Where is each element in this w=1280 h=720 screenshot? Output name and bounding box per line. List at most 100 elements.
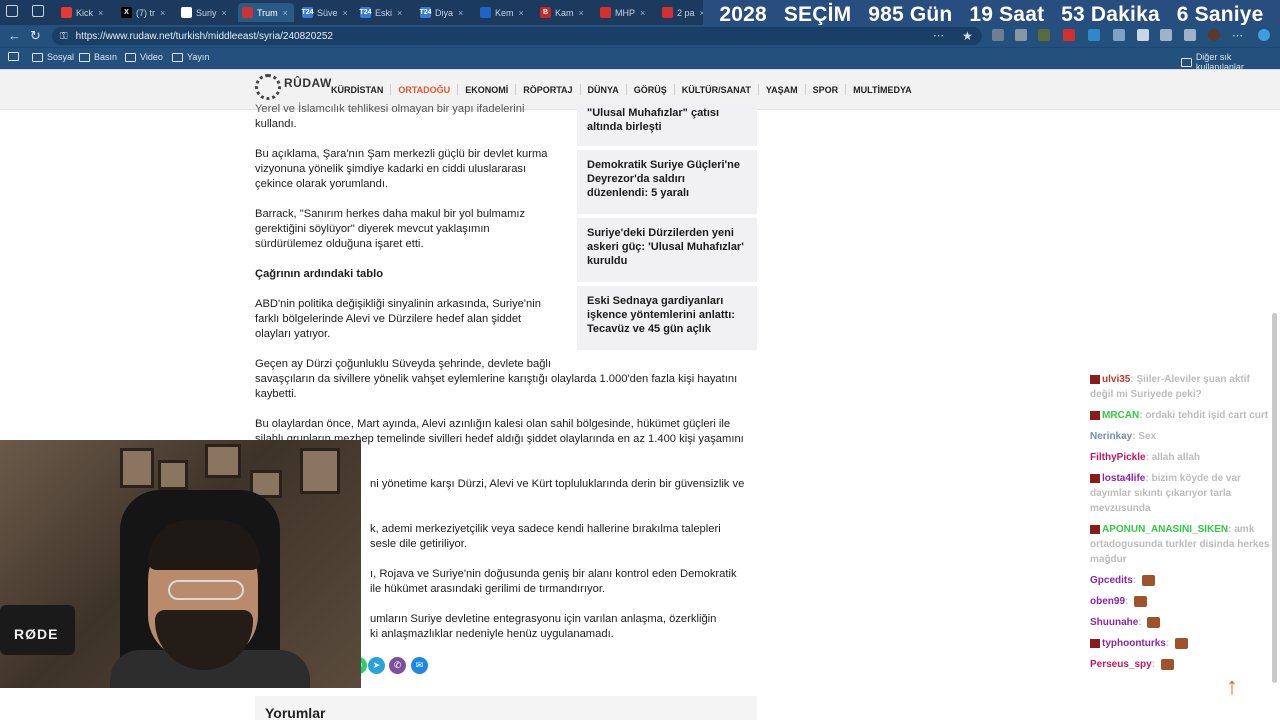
extension-icon[interactable] [1113, 29, 1125, 41]
extension-icon[interactable] [1038, 29, 1050, 41]
extension-icon[interactable] [1137, 29, 1149, 41]
browser-tab[interactable]: T24 Diya × [416, 3, 472, 22]
tab-favicon-icon [242, 7, 253, 18]
nav-item[interactable]: YAŞAM [766, 85, 798, 95]
close-tab-icon[interactable]: × [458, 8, 463, 18]
workspaces-icon[interactable] [6, 5, 18, 17]
extension-icon[interactable] [1063, 29, 1075, 41]
related-story[interactable]: Suriye'deki Dürzilerden yeni askeri güç:… [577, 218, 757, 282]
nav-item[interactable]: SPOR [813, 85, 839, 95]
chat-emote-icon [1160, 658, 1174, 670]
lock-icon: ⚿ [60, 30, 68, 42]
nav-divider [579, 84, 581, 95]
nav-item[interactable]: RÖPORTAJ [523, 85, 572, 95]
browser-tab[interactable]: T24 Eski × [356, 3, 412, 22]
stream-chat: ulvi35: Şiiler-Aleviler şuan aktif değil… [1090, 372, 1270, 678]
rudaw-logo[interactable]: RÛDAW [255, 74, 332, 100]
tab-title: Kam [555, 7, 574, 18]
nav-item[interactable]: GÖRÜŞ [634, 85, 667, 95]
tab-favicon-icon: T24 [301, 7, 314, 18]
nav-menu: KÜRDİSTAN ORTADOĞU EKONOMİ RÖPORTAJ DÜNYA GÖR… [331, 84, 912, 95]
copilot-icon[interactable] [1258, 29, 1270, 41]
favorites-icon[interactable] [1184, 29, 1196, 41]
bookmark-basin[interactable]: Basın [79, 52, 117, 62]
chat-emote-icon [1147, 616, 1161, 628]
tab-favicon-icon [600, 7, 611, 18]
viber-share-icon[interactable]: ✆ [389, 657, 406, 674]
close-tab-icon[interactable]: × [397, 8, 402, 18]
back-icon[interactable]: ← [8, 28, 21, 44]
related-story[interactable]: Eski Sednaya gardiyanları işkence yöntem… [577, 286, 757, 350]
messenger-share-icon[interactable]: ✉ [411, 657, 428, 674]
nav-item[interactable]: MULTİMEDYA [853, 85, 912, 95]
page-actions-icon[interactable]: ⋯ [933, 28, 944, 44]
close-tab-icon[interactable]: × [160, 8, 165, 18]
browser-tab[interactable]: Kem × [476, 3, 532, 22]
nav-divider [673, 84, 675, 95]
close-tab-icon[interactable]: × [98, 8, 103, 18]
refresh-icon[interactable]: ↻ [30, 28, 41, 44]
chat-message: Gpcedits: [1090, 573, 1270, 588]
telegram-share-icon[interactable]: ➤ [368, 657, 385, 674]
chat-emote-icon [1175, 637, 1188, 649]
related-story[interactable]: "Ulusal Muhafızlar" çatısı altında birle… [577, 104, 757, 146]
article-paragraph: ABD'nin politika değişikliği sinyalinin … [255, 298, 541, 340]
nav-divider [845, 84, 847, 95]
chat-text: Sex [1138, 431, 1157, 442]
webcam-overlay: RØDE [0, 440, 361, 688]
close-tab-icon[interactable]: × [343, 8, 348, 18]
close-tab-icon[interactable]: × [222, 8, 227, 18]
countdown-seconds: 6 Saniye [1176, 2, 1264, 26]
address-bar: ← ↻ ⚿ https://www.rudaw.net/turkish/midd… [0, 25, 1280, 47]
browser-tab[interactable]: Suriy × [177, 3, 233, 22]
extensions-icon[interactable] [1160, 29, 1172, 41]
bookmark-sosyal[interactable]: Sosyal [32, 52, 74, 62]
chat-message: Nerinkay: Sex [1090, 429, 1270, 444]
close-tab-icon[interactable]: × [283, 8, 288, 18]
tab-favicon-icon [662, 7, 673, 18]
browser-tab[interactable]: Kick × [57, 3, 113, 22]
extension-icon[interactable] [1015, 29, 1027, 41]
close-tab-icon[interactable]: × [579, 8, 584, 18]
wall-photo [120, 448, 154, 488]
nav-item[interactable]: ORTADOĞU [398, 85, 450, 95]
nav-divider [625, 84, 627, 95]
browser-tab[interactable]: X (7) tr × [117, 3, 173, 22]
menu-icon[interactable]: ⋯ [1232, 28, 1243, 44]
browser-tab[interactable]: B Kam × [536, 3, 592, 22]
bookmark-video[interactable]: Video [125, 52, 163, 62]
tab-title: 2 pa [677, 7, 695, 18]
nav-item[interactable]: DÜNYA [588, 85, 619, 95]
page-scrollbar[interactable] [1272, 313, 1277, 683]
glasses [168, 580, 244, 600]
url-field[interactable]: ⚿ https://www.rudaw.net/turkish/middleea… [52, 27, 982, 45]
article-paragraph: Geçen ay Dürzi çoğunluklu Süveyda şehrin… [255, 358, 552, 370]
profile-avatar[interactable] [1208, 29, 1220, 41]
favorite-star-icon[interactable]: ★ [962, 28, 973, 44]
chat-username: Gpcedits [1090, 575, 1133, 586]
close-tab-icon[interactable]: × [519, 8, 524, 18]
folder-icon [32, 52, 43, 62]
tab-actions-icon[interactable] [32, 5, 44, 17]
chat-badge-icon [1090, 374, 1100, 384]
tab-title: Kem [495, 7, 514, 18]
extension-icon[interactable] [992, 29, 1004, 41]
nav-item[interactable]: KÜRDİSTAN [331, 85, 383, 95]
countdown-minutes: 53 Dakika [1061, 2, 1160, 26]
tab-favicon-icon: T24 [359, 7, 372, 18]
bookmark-yayin[interactable]: Yayın [172, 52, 209, 62]
extension-icon[interactable] [1088, 29, 1100, 41]
close-tab-icon[interactable]: × [640, 8, 645, 18]
nav-item[interactable]: EKONOMİ [465, 85, 508, 95]
chat-message: typhoonturks: [1090, 636, 1270, 651]
nav-item[interactable]: KÜLTÜR/SANAT [682, 85, 751, 95]
folder-icon [1181, 57, 1192, 67]
chat-emote-icon [1141, 574, 1155, 586]
chat-username: FilthyPickle [1090, 452, 1146, 463]
browser-tab[interactable]: T24 Süve × [298, 3, 354, 22]
browser-tab[interactable]: MHP × [596, 3, 652, 22]
browser-tab[interactable]: Trum × [238, 3, 294, 22]
bookmarks-toggle-icon[interactable] [8, 52, 19, 61]
related-story[interactable]: Demokratik Suriye Güçleri'ne Deyrezor'da… [577, 150, 757, 214]
chat-username: ulvi35 [1102, 374, 1131, 385]
